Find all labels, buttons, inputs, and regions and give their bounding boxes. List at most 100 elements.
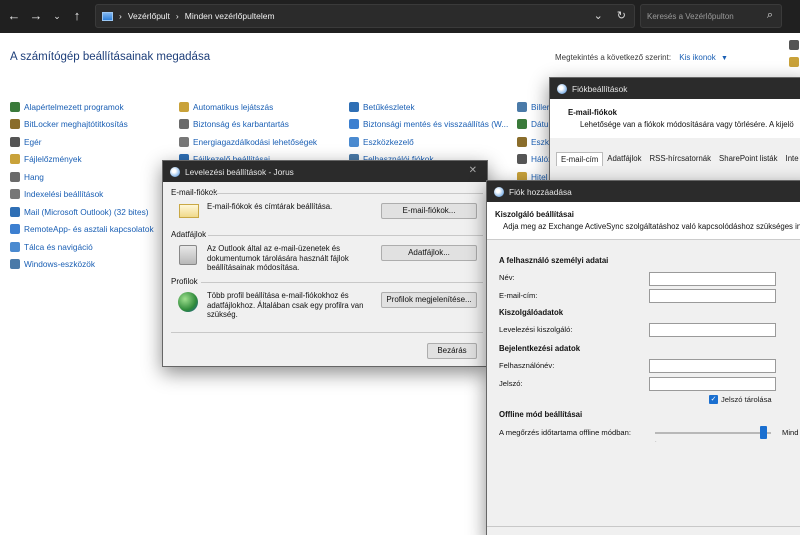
control-panel-item-label: Mail (Microsoft Outlook) (32 bites): [24, 206, 149, 217]
control-panel-item-label: BitLocker meghajtótitkosítás: [24, 119, 128, 130]
control-panel-item-label: Energiagazdálkodási lehetőségek: [193, 136, 318, 147]
page-title: A számítógép beállításainak megadása: [10, 51, 211, 63]
control-panel-item-icon: [349, 136, 359, 147]
divider: [211, 193, 483, 194]
control-panel-item[interactable]: Mail (Microsoft Outlook) (32 bites): [10, 203, 154, 221]
chevron-down-icon[interactable]: ⌄: [48, 8, 66, 24]
control-panel-item-icon: [789, 39, 799, 50]
section-heading: Kiszolgálóadatok: [499, 308, 564, 317]
divider: [201, 282, 483, 283]
control-panel-item[interactable]: Alapértelmezett programok: [10, 98, 154, 116]
mail-server-input[interactable]: [649, 323, 776, 337]
show-profiles-button[interactable]: Profilok megjelenítése...: [381, 292, 477, 308]
control-panel-item-icon: [179, 136, 189, 147]
control-panel-item-icon: [10, 259, 20, 270]
email-description: E-mail-fiókok és címtárak beállítása.: [207, 202, 333, 211]
forward-arrow-icon[interactable]: →: [27, 8, 45, 24]
divider: [208, 235, 483, 236]
email-accounts-button[interactable]: E-mail-fiókok...: [381, 203, 477, 219]
slider-ticks: ·: [655, 439, 657, 445]
username-input[interactable]: [649, 359, 776, 373]
control-panel-item-icon: [517, 119, 527, 130]
remember-password-checkbox[interactable]: ✓ Jelszó tárolása: [709, 395, 772, 404]
control-panel-item-icon: [10, 171, 20, 182]
breadcrumb-separator-icon: ›: [119, 11, 122, 21]
explorer-toolbar: ← → ⌄ ↑ › Vezérlőpult › Minden vezérlőpu…: [0, 0, 800, 33]
up-arrow-icon[interactable]: ↑: [68, 8, 86, 24]
control-panel-item[interactable]: Windows-eszközök: [10, 256, 154, 274]
chevron-down-icon[interactable]: ▼: [721, 55, 728, 62]
control-panel-item[interactable]: Fájlelőzmények: [10, 151, 154, 169]
email-label: E-mail-cím:: [499, 291, 538, 300]
control-panel-icon: [102, 11, 113, 21]
section-heading: Bejelentkezési adatok: [499, 344, 581, 353]
email-input[interactable]: [649, 289, 776, 303]
control-panel-item-icon: [10, 154, 20, 165]
section-heading: Offline mód beállításai: [499, 410, 583, 419]
control-panel-item[interactable]: RemoteApp- és asztali kapcsolatok: [10, 221, 154, 239]
control-panel-item[interactable]: BitLocker meghajtótitkosítás: [10, 116, 154, 134]
search-input[interactable]: Keresés a Vezérlőpulton ⌕: [640, 4, 782, 28]
control-panel-item-label: Egér: [24, 136, 42, 147]
tab-email[interactable]: E-mail-cím: [556, 152, 604, 166]
control-panel-item[interactable]: Hang: [10, 168, 154, 186]
close-icon[interactable]: ✕: [469, 165, 477, 176]
mail-setup-dialog: Levelezési beállítások - Jorus ✕ E-mail-…: [162, 160, 488, 367]
offline-slider-track[interactable]: [655, 426, 771, 439]
view-by-value[interactable]: Kis ikonok: [679, 53, 715, 62]
control-panel-item-label: Tálca és navigáció: [24, 241, 93, 252]
offline-label: A megőrzés időtartama offline módban:: [499, 428, 631, 437]
tab-sharepoint[interactable]: SharePoint listák: [715, 152, 782, 166]
chevron-down-icon[interactable]: ⌄: [594, 9, 603, 22]
back-arrow-icon[interactable]: ←: [5, 8, 23, 24]
control-panel-item-icon: [789, 57, 799, 68]
tab-data-files[interactable]: Adatfájlok: [603, 152, 645, 166]
name-input[interactable]: [649, 272, 776, 286]
offline-slider-thumb[interactable]: [759, 426, 767, 439]
envelope-icon: [179, 204, 199, 218]
control-panel-item-icon: [179, 101, 189, 112]
control-panel-item[interactable]: Betűkészletek: [349, 98, 508, 116]
control-panel-item[interactable]: Biztonság és karbantartás: [179, 116, 317, 134]
group-label: Profilok: [171, 277, 198, 286]
remember-password-label: Jelszó tárolása: [721, 395, 772, 404]
control-panel-item[interactable]: Tálca és navigáció: [10, 238, 154, 256]
control-panel-item[interactable]: er: [789, 36, 800, 54]
control-panel-item-label: Indexelési beállítások: [24, 189, 104, 200]
section-heading: Kiszolgáló beállításai: [495, 210, 574, 219]
data-file-icon: [179, 245, 197, 265]
control-panel-item-icon: [517, 136, 527, 147]
control-panel-item[interactable]: Indexelési beállítások: [10, 186, 154, 204]
breadcrumb-item[interactable]: Minden vezérlőpultelem: [185, 11, 275, 21]
data-files-button[interactable]: Adatfájlok...: [381, 245, 477, 261]
control-panel-item-icon: [10, 224, 20, 235]
profile-globe-icon: [178, 292, 198, 312]
section-description: Adja meg az Exchange ActiveSync szolgált…: [503, 222, 800, 231]
mail-icon: [557, 83, 567, 94]
control-panel-item-icon: [349, 119, 359, 130]
password-input[interactable]: [649, 377, 776, 391]
search-placeholder: Keresés a Vezérlőpulton: [647, 12, 734, 21]
control-panel-item[interactable]: Eszközkezelő: [349, 133, 508, 151]
control-panel-item-label: Fájlelőzmények: [24, 154, 82, 165]
control-panel-item-icon: [349, 101, 359, 112]
view-by-selector[interactable]: Megtekintés a következő szerint: Kis iko…: [555, 53, 728, 62]
checkmark-icon[interactable]: ✓: [709, 395, 718, 404]
tab-rss[interactable]: RSS-hírcsatornák: [646, 152, 716, 166]
close-button[interactable]: Bezárás: [427, 343, 477, 359]
address-bar[interactable]: › Vezérlőpult › Minden vezérlőpultelem ⌄…: [95, 4, 635, 28]
dialog-title: Fiókbeállítások: [572, 83, 628, 94]
control-panel-item[interactable]: Energiagazdálkodási lehetőségek: [179, 133, 317, 151]
divider: [171, 332, 483, 333]
control-panel-item[interactable]: M: [789, 54, 800, 72]
control-panel-item[interactable]: Biztonsági mentés és visszaállítás (W...: [349, 116, 508, 134]
password-label: Jelszó:: [499, 379, 523, 388]
control-panel-item[interactable]: Egér: [10, 133, 154, 151]
refresh-icon[interactable]: ↻: [617, 9, 626, 22]
control-panel-item-icon: [10, 206, 20, 217]
control-panel-item[interactable]: Automatikus lejátszás: [179, 98, 317, 116]
control-panel-item-label: Biztonság és karbantartás: [193, 119, 289, 130]
tab-internet[interactable]: Inte: [782, 152, 800, 166]
search-icon[interactable]: ⌕: [767, 9, 773, 22]
breadcrumb-item[interactable]: Vezérlőpult: [128, 11, 170, 21]
